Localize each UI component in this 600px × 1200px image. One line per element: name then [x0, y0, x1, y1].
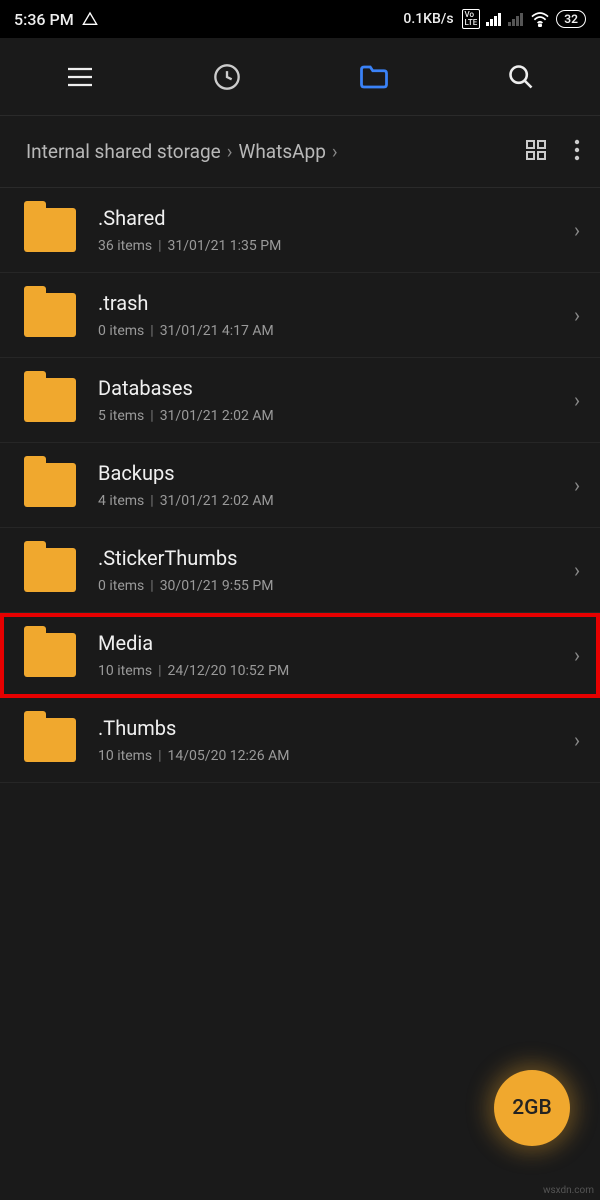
chevron-right-icon: ›	[227, 140, 233, 163]
breadcrumb-bar: Internal shared storage › WhatsApp ›	[0, 116, 600, 188]
chevron-right-icon: ›	[332, 140, 338, 163]
folder-icon	[24, 293, 76, 337]
menu-button[interactable]	[50, 66, 110, 88]
folder-icon	[24, 208, 76, 252]
status-time: 5:36 PM	[14, 10, 74, 29]
triangle-alert-icon	[82, 11, 98, 27]
folder-row[interactable]: .StickerThumbs 0 items|30/01/21 9:55 PM›	[0, 528, 600, 613]
breadcrumb-segment[interactable]: WhatsApp	[238, 140, 325, 163]
volte-icon: VoLTE	[462, 9, 481, 29]
network-speed: 0.1KB/s	[403, 11, 453, 27]
chevron-right-icon: ›	[574, 728, 580, 752]
folder-name: .StickerThumbs	[98, 546, 574, 570]
folder-row[interactable]: Databases 5 items|31/01/21 2:02 AM›	[0, 358, 600, 443]
folder-icon	[24, 718, 76, 762]
chevron-right-icon: ›	[574, 303, 580, 327]
folder-subtitle: 0 items|30/01/21 9:55 PM	[98, 578, 574, 594]
signal-icon-2	[508, 12, 524, 26]
folder-row[interactable]: .trash 0 items|31/01/21 4:17 AM›	[0, 273, 600, 358]
wifi-icon	[530, 11, 550, 27]
folder-subtitle: 36 items|31/01/21 1:35 PM	[98, 238, 574, 254]
chevron-right-icon: ›	[574, 388, 580, 412]
breadcrumb-segment[interactable]: Internal shared storage	[26, 140, 221, 163]
folder-list: .Shared36 items|31/01/21 1:35 PM›.trash0…	[0, 188, 600, 783]
watermark: wsxdn.com	[543, 1185, 594, 1196]
folder-subtitle: 0 items|31/01/21 4:17 AM	[98, 323, 574, 339]
folder-name: Backups	[98, 461, 574, 485]
folder-name: .Shared	[98, 206, 574, 230]
search-button[interactable]	[491, 63, 551, 91]
folder-row[interactable]: Media 10 items|24/12/20 10:52 PM›	[0, 613, 600, 698]
browse-tab[interactable]	[344, 64, 404, 90]
chevron-right-icon: ›	[574, 473, 580, 497]
folder-name: .trash	[98, 291, 574, 315]
storage-cleaner-fab[interactable]: 2GB	[494, 1070, 570, 1146]
battery-indicator: 32	[556, 10, 586, 28]
folder-subtitle: 5 items|31/01/21 2:02 AM	[98, 408, 574, 424]
status-bar: 5:36 PM 0.1KB/s VoLTE 32	[0, 0, 600, 38]
folder-icon	[24, 463, 76, 507]
folder-subtitle: 4 items|31/01/21 2:02 AM	[98, 493, 574, 509]
folder-subtitle: 10 items|14/05/20 12:26 AM	[98, 748, 574, 764]
chevron-right-icon: ›	[574, 218, 580, 242]
folder-icon	[24, 548, 76, 592]
folder-icon	[24, 378, 76, 422]
folder-row[interactable]: .Shared 36 items|31/01/21 1:35 PM›	[0, 188, 600, 273]
folder-name: .Thumbs	[98, 716, 574, 740]
breadcrumb[interactable]: Internal shared storage › WhatsApp ›	[26, 140, 338, 163]
folder-name: Media	[98, 631, 574, 655]
more-options-button[interactable]	[574, 138, 580, 166]
folder-icon	[24, 633, 76, 677]
app-toolbar	[0, 38, 600, 116]
folder-row[interactable]: Backups 4 items|31/01/21 2:02 AM›	[0, 443, 600, 528]
folder-subtitle: 10 items|24/12/20 10:52 PM	[98, 663, 574, 679]
recent-tab[interactable]	[197, 63, 257, 91]
signal-icon	[486, 12, 502, 26]
grid-view-button[interactable]	[524, 138, 548, 166]
chevron-right-icon: ›	[574, 643, 580, 667]
folder-name: Databases	[98, 376, 574, 400]
fab-label: 2GB	[512, 1096, 552, 1120]
chevron-right-icon: ›	[574, 558, 580, 582]
folder-row[interactable]: .Thumbs 10 items|14/05/20 12:26 AM›	[0, 698, 600, 783]
